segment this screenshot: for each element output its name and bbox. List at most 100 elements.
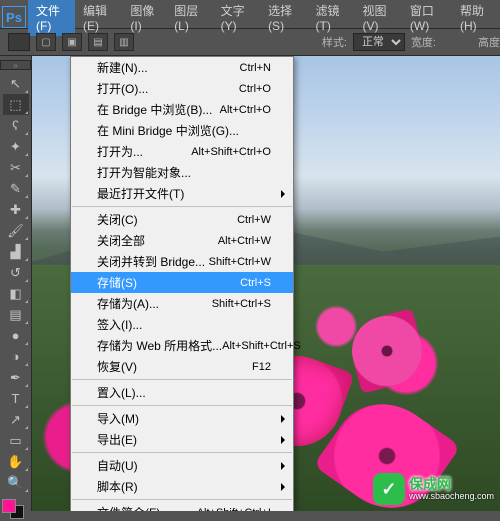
menu-item-accel: Alt+Shift+Ctrl+S xyxy=(222,340,301,352)
menu-item-label: 关闭全部 xyxy=(97,232,218,249)
crop-tool[interactable]: ✂ xyxy=(3,157,29,178)
tool-panel: » ↖⬚ʕ✦✂✎✚🖌▟↺◧▤●◑✒T↗▭✋🔍 xyxy=(0,56,32,511)
menu-item-MiniBridgeG[interactable]: 在 Mini Bridge 中浏览(G)... xyxy=(71,120,293,141)
path-tool[interactable]: ↗ xyxy=(3,409,29,430)
menu-item-label: 打开(O)... xyxy=(97,80,239,97)
watermark-title: 保成网 xyxy=(409,477,494,491)
menu-help[interactable]: 帮助(H) xyxy=(452,0,500,36)
document-canvas[interactable]: 新建(N)...Ctrl+N打开(O)...Ctrl+O在 Bridge 中浏览… xyxy=(32,56,500,511)
hand-tool[interactable]: ✋ xyxy=(3,451,29,472)
menu-item-A[interactable]: 存储为(A)...Shift+Ctrl+S xyxy=(71,293,293,314)
menu-item-label: 存储(S) xyxy=(97,274,240,291)
menu-filter[interactable]: 滤镜(T) xyxy=(308,0,355,36)
marquee-style-sub-icon[interactable]: ▤ xyxy=(88,33,108,51)
watermark: ✓ 保成网 www.sbaocheng.com xyxy=(373,473,494,505)
menu-item-accel: Ctrl+N xyxy=(240,62,271,74)
panel-collapse-toggle[interactable]: » xyxy=(0,60,31,70)
submenu-arrow-icon xyxy=(281,415,285,423)
menu-type[interactable]: 文字(Y) xyxy=(213,0,260,36)
type-tool[interactable]: T xyxy=(3,388,29,409)
menu-item-label: 自动(U) xyxy=(97,457,271,474)
menu-item-accel: Shift+Ctrl+W xyxy=(209,256,271,268)
menu-item-[interactable]: 关闭全部Alt+Ctrl+W xyxy=(71,230,293,251)
gradient-tool[interactable]: ▤ xyxy=(3,304,29,325)
menu-item-label: 在 Bridge 中浏览(B)... xyxy=(97,101,220,118)
color-swatches[interactable] xyxy=(0,497,31,521)
shape-tool[interactable]: ▭ xyxy=(3,430,29,451)
stamp-tool[interactable]: ▟ xyxy=(3,241,29,262)
menu-item-O[interactable]: 打开(O)...Ctrl+O xyxy=(71,78,293,99)
menu-item-label: 新建(N)... xyxy=(97,59,240,76)
menu-item-C[interactable]: 关闭(C)Ctrl+W xyxy=(71,209,293,230)
menu-item-accel: Alt+Ctrl+O xyxy=(220,104,271,116)
menu-item-label: 恢复(V) xyxy=(97,358,252,375)
menu-item-label: 打开为智能对象... xyxy=(97,164,271,181)
menu-item-BridgeB[interactable]: 在 Bridge 中浏览(B)...Alt+Ctrl+O xyxy=(71,99,293,120)
submenu-arrow-icon xyxy=(281,190,285,198)
menu-separator xyxy=(72,499,292,500)
menu-item-F[interactable]: 文件简介(F)...Alt+Shift+Ctrl+I xyxy=(71,502,293,511)
menu-item-V[interactable]: 恢复(V)F12 xyxy=(71,356,293,377)
menu-item-label: 存储为 Web 所用格式... xyxy=(97,337,222,354)
brush-tool[interactable]: 🖌 xyxy=(3,220,29,241)
menu-image[interactable]: 图像(I) xyxy=(122,0,166,36)
pen-tool[interactable]: ✒ xyxy=(3,367,29,388)
menu-item-label: 导入(M) xyxy=(97,410,271,427)
marquee-tool[interactable]: ⬚ xyxy=(3,94,29,115)
style-select[interactable]: 正常 xyxy=(353,33,405,51)
app-logo: Ps xyxy=(2,6,26,28)
menu-edit[interactable]: 编辑(E) xyxy=(75,0,122,36)
move-tool[interactable]: ↖ xyxy=(3,73,29,94)
eraser-tool[interactable]: ◧ xyxy=(3,283,29,304)
menu-separator xyxy=(72,452,292,453)
menu-select[interactable]: 选择(S) xyxy=(260,0,307,36)
lasso-tool[interactable]: ʕ xyxy=(3,115,29,136)
menu-separator xyxy=(72,206,292,207)
menu-item-L[interactable]: 置入(L)... xyxy=(71,382,293,403)
menu-item-T[interactable]: 最近打开文件(T) xyxy=(71,183,293,204)
heal-tool[interactable]: ✚ xyxy=(3,199,29,220)
tool-preset[interactable] xyxy=(8,33,30,51)
menu-item-Web[interactable]: 存储为 Web 所用格式...Alt+Shift+Ctrl+S xyxy=(71,335,293,356)
menu-item-label: 文件简介(F)... xyxy=(97,504,197,511)
menu-item-accel: Ctrl+W xyxy=(237,214,271,226)
menu-item-label: 脚本(R) xyxy=(97,478,271,495)
menu-item-label: 在 Mini Bridge 中浏览(G)... xyxy=(97,122,271,139)
menu-item-accel: Alt+Ctrl+W xyxy=(218,235,271,247)
menu-item-label: 打开为... xyxy=(97,143,191,160)
menu-item-N[interactable]: 新建(N)...Ctrl+N xyxy=(71,57,293,78)
wand-tool[interactable]: ✦ xyxy=(3,136,29,157)
menu-item-S[interactable]: 存储(S)Ctrl+S xyxy=(71,272,293,293)
dodge-tool[interactable]: ◑ xyxy=(3,346,29,367)
submenu-arrow-icon xyxy=(281,483,285,491)
height-label: 高度 xyxy=(478,34,500,50)
menu-item-accel: F12 xyxy=(252,361,271,373)
history-brush-tool[interactable]: ↺ xyxy=(3,262,29,283)
menu-item-I[interactable]: 签入(I)... xyxy=(71,314,293,335)
menu-item-[interactable]: 打开为...Alt+Shift+Ctrl+O xyxy=(71,141,293,162)
submenu-arrow-icon xyxy=(281,436,285,444)
menu-item-E[interactable]: 导出(E) xyxy=(71,429,293,450)
zoom-tool[interactable]: 🔍 xyxy=(3,472,29,493)
menu-view[interactable]: 视图(V) xyxy=(354,0,401,36)
menu-item-U[interactable]: 自动(U) xyxy=(71,455,293,476)
menu-item-label: 最近打开文件(T) xyxy=(97,185,271,202)
eyedropper-tool[interactable]: ✎ xyxy=(3,178,29,199)
marquee-style-add-icon[interactable]: ▣ xyxy=(62,33,82,51)
menu-item-label: 导出(E) xyxy=(97,431,271,448)
menu-item-accel: Alt+Shift+Ctrl+I xyxy=(197,507,271,512)
width-label: 宽度: xyxy=(411,34,436,50)
menu-layer[interactable]: 图层(L) xyxy=(166,0,212,36)
file-dropdown-menu: 新建(N)...Ctrl+N打开(O)...Ctrl+O在 Bridge 中浏览… xyxy=(70,56,294,511)
menu-item-accel: Ctrl+S xyxy=(240,277,271,289)
menu-item-[interactable]: 打开为智能对象... xyxy=(71,162,293,183)
blur-tool[interactable]: ● xyxy=(3,325,29,346)
menu-item-Bridge[interactable]: 关闭并转到 Bridge...Shift+Ctrl+W xyxy=(71,251,293,272)
marquee-style-int-icon[interactable]: ▥ xyxy=(114,33,134,51)
menubar: Ps 文件(F) 编辑(E) 图像(I) 图层(L) 文字(Y) 选择(S) 滤… xyxy=(0,6,500,28)
menu-item-R[interactable]: 脚本(R) xyxy=(71,476,293,497)
menu-window[interactable]: 窗口(W) xyxy=(402,0,452,36)
marquee-style-new-icon[interactable]: ▢ xyxy=(36,33,56,51)
menu-item-M[interactable]: 导入(M) xyxy=(71,408,293,429)
menu-file[interactable]: 文件(F) xyxy=(28,0,75,36)
